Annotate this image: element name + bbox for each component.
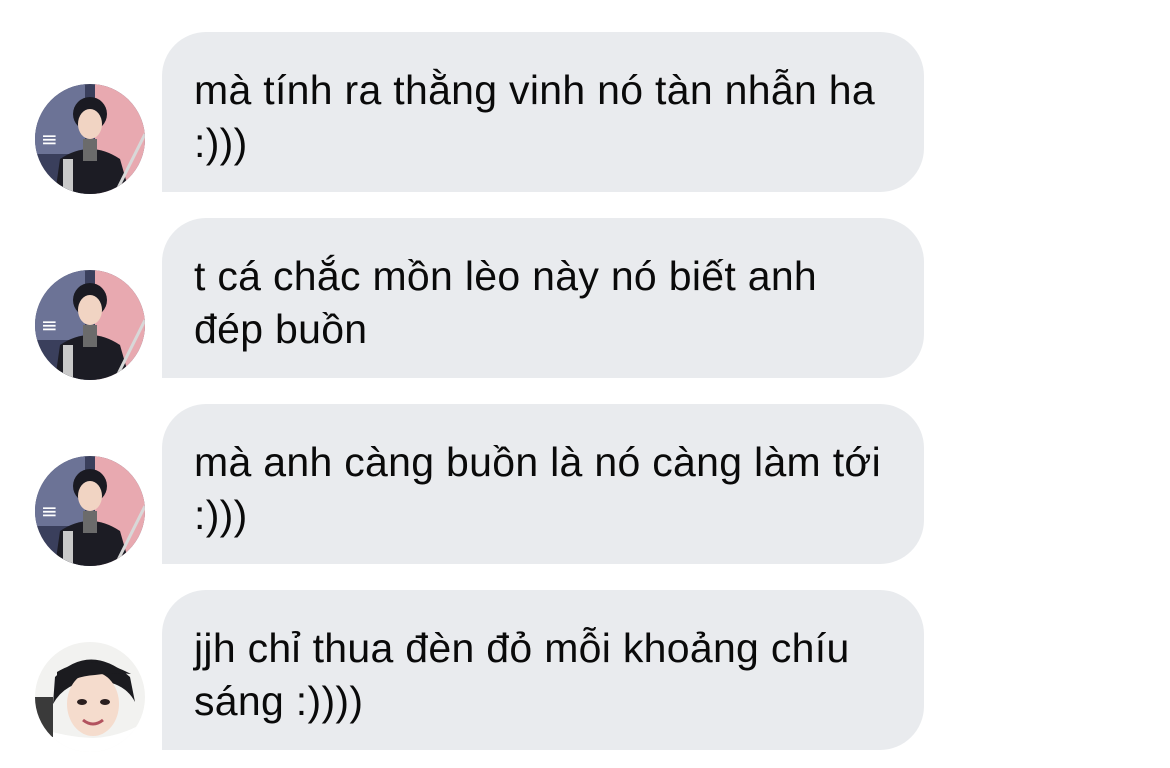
svg-text:≡: ≡ <box>41 313 58 337</box>
message-text: jjh chỉ thua đèn đỏ mỗi khoảng chíu sáng… <box>194 625 850 724</box>
message-row: ≡ mà tính ra thằng vinh nó tàn nhẫn ha :… <box>0 32 1170 194</box>
message-row: ≡ t cá chắc mồn lèo này nó biết anh đép … <box>0 218 1170 380</box>
avatar[interactable]: ≡ <box>35 456 145 566</box>
avatar-photo-icon: ≡ <box>35 456 145 566</box>
avatar-photo-icon <box>35 642 145 752</box>
message-text: mà tính ra thằng vinh nó tàn nhẫn ha :))… <box>194 67 875 166</box>
message-text: mà anh càng buồn là nó càng làm tới :))) <box>194 439 881 538</box>
avatar-photo-icon: ≡ <box>35 84 145 194</box>
avatar[interactable]: ≡ <box>35 270 145 380</box>
message-row: jjh chỉ thua đèn đỏ mỗi khoảng chíu sáng… <box>0 590 1170 752</box>
message-bubble[interactable]: mà tính ra thằng vinh nó tàn nhẫn ha :))… <box>162 32 924 192</box>
message-row: ≡ mà anh càng buồn là nó càng làm tới :)… <box>0 404 1170 566</box>
avatar-photo-icon: ≡ <box>35 270 145 380</box>
message-bubble[interactable]: t cá chắc mồn lèo này nó biết anh đép bu… <box>162 218 924 378</box>
chat-thread: ≡ mà tính ra thằng vinh nó tàn nhẫn ha :… <box>0 0 1170 768</box>
avatar[interactable]: ≡ <box>35 84 145 194</box>
message-bubble[interactable]: mà anh càng buồn là nó càng làm tới :))) <box>162 404 924 564</box>
svg-text:≡: ≡ <box>41 499 58 523</box>
message-bubble[interactable]: jjh chỉ thua đèn đỏ mỗi khoảng chíu sáng… <box>162 590 924 750</box>
avatar[interactable] <box>35 642 145 752</box>
message-text: t cá chắc mồn lèo này nó biết anh đép bu… <box>194 253 818 352</box>
svg-text:≡: ≡ <box>41 127 58 151</box>
